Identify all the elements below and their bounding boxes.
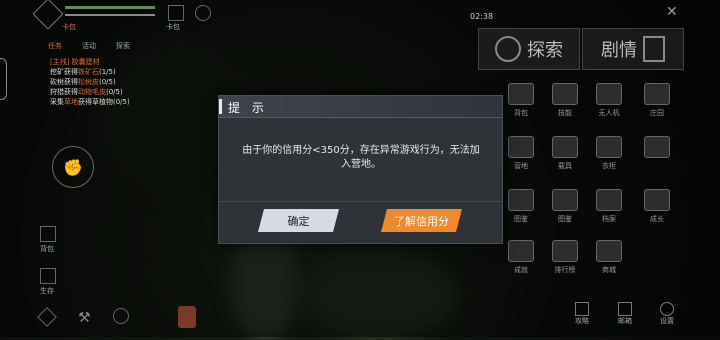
grid-item[interactable]: 排行榜 <box>549 240 581 275</box>
player-tag: 卡包 <box>62 23 76 31</box>
settings-button[interactable]: 设置 <box>660 302 674 326</box>
grid-item[interactable]: 档案 <box>593 189 625 224</box>
side-drawer-handle[interactable] <box>0 58 7 100</box>
grid-item[interactable]: 图鉴 <box>505 189 537 224</box>
grid-item[interactable]: 商城 <box>593 240 625 275</box>
hammer-icon[interactable]: ⚒ <box>78 310 91 326</box>
grid-item[interactable]: 图鉴 <box>549 189 581 224</box>
dialog-message: 由于你的信用分<350分，存在异常游戏行为，无法加入营地。 <box>242 145 480 170</box>
explore-label: 探索 <box>527 40 563 61</box>
card-label: 卡包 <box>166 23 180 31</box>
credit-score-dialog: 提 示 由于你的信用分<350分，存在异常游戏行为，无法加入营地。 确定 了解信… <box>218 95 503 244</box>
title-accent-bar <box>219 99 222 114</box>
grid-icon <box>552 189 578 211</box>
health-bar <box>65 6 155 9</box>
quest-line: 砍树获得松树皮(0/5) <box>50 78 116 86</box>
grid-icon <box>552 83 578 105</box>
grid-item[interactable]: 技能 <box>549 83 581 118</box>
grid-item[interactable]: 载具 <box>549 136 581 171</box>
mail-button[interactable]: 邮箱 <box>618 302 632 326</box>
tab-explore[interactable]: 探索 <box>116 41 130 51</box>
grid-item[interactable]: 营地 <box>505 136 537 171</box>
explore-button[interactable]: 探索 <box>478 28 580 70</box>
grid-icon <box>508 240 534 262</box>
learn-credit-score-button[interactable]: 了解信用分 <box>381 209 462 232</box>
confirm-button[interactable]: 确定 <box>258 209 339 232</box>
grid-item[interactable]: 无人机 <box>593 83 625 118</box>
quest-line: 狩猎获得动物毛皮(0/5) <box>50 88 123 96</box>
survival-label: 生存 <box>40 287 54 295</box>
clock: 02:38 <box>470 12 494 21</box>
item-jar-icon[interactable] <box>178 306 196 328</box>
leaderboard-icon <box>552 240 578 262</box>
explore-icon <box>495 36 521 62</box>
steering-wheel-icon[interactable] <box>113 308 129 324</box>
grid-icon <box>508 136 534 158</box>
book-icon <box>643 36 665 62</box>
grid-icon <box>644 83 670 105</box>
grid-icon <box>596 136 622 158</box>
grid-item[interactable]: 庄园 <box>641 83 673 118</box>
backpack-icon[interactable] <box>40 226 56 242</box>
tab-task[interactable]: 任务 <box>48 41 62 51</box>
quest-line: 采集草地获得草植物(0/5) <box>50 98 130 106</box>
grid-icon <box>508 83 534 105</box>
tab-activity[interactable]: 活动 <box>82 41 96 51</box>
quest-panel[interactable]: [主线] 胶囊建材 挖矿获得铁矿石(1/5) 砍树获得松树皮(0/5) 狩猎获得… <box>50 57 130 107</box>
backpack-label: 背包 <box>40 245 54 253</box>
grid-icon <box>552 136 578 158</box>
grid-icon <box>596 189 622 211</box>
fist-icon[interactable]: ✊ <box>52 146 94 188</box>
task-tabs: 任务 活动 探索 <box>48 41 158 51</box>
guide-button[interactable]: 攻略 <box>575 302 589 326</box>
lock-icon <box>644 189 670 211</box>
grid-item[interactable]: 成就 <box>505 240 537 275</box>
feature-grid: 背包 技能 无人机 庄园 营地 载具 衣柜 图鉴 图鉴 档案 成长 成就 排行榜… <box>505 83 685 298</box>
lock-icon <box>644 136 670 158</box>
dialog-divider <box>219 201 502 202</box>
grid-item[interactable]: 成长 <box>641 189 673 224</box>
story-label: 剧情 <box>601 40 637 61</box>
grid-item[interactable]: 背包 <box>505 83 537 118</box>
grid-item[interactable] <box>641 136 673 161</box>
story-button[interactable]: 剧情 <box>582 28 684 70</box>
trophy-icon <box>596 240 622 262</box>
grid-item[interactable]: 衣柜 <box>593 136 625 171</box>
close-icon[interactable]: ✕ <box>666 4 678 20</box>
quest-header: [主线] 胶囊建材 <box>50 58 100 66</box>
survival-icon[interactable] <box>40 268 56 284</box>
dialog-title: 提 示 <box>228 101 268 115</box>
grid-icon <box>508 189 534 211</box>
news-icon[interactable] <box>195 5 211 21</box>
card-icon[interactable] <box>168 5 184 21</box>
stamina-bar <box>65 14 155 16</box>
grid-icon <box>596 83 622 105</box>
gear-icon <box>660 302 674 316</box>
mail-icon <box>618 302 632 316</box>
dialog-header: 提 示 <box>219 96 502 118</box>
guide-icon <box>575 302 589 316</box>
quest-line: 挖矿获得铁矿石(1/5) <box>50 68 116 76</box>
